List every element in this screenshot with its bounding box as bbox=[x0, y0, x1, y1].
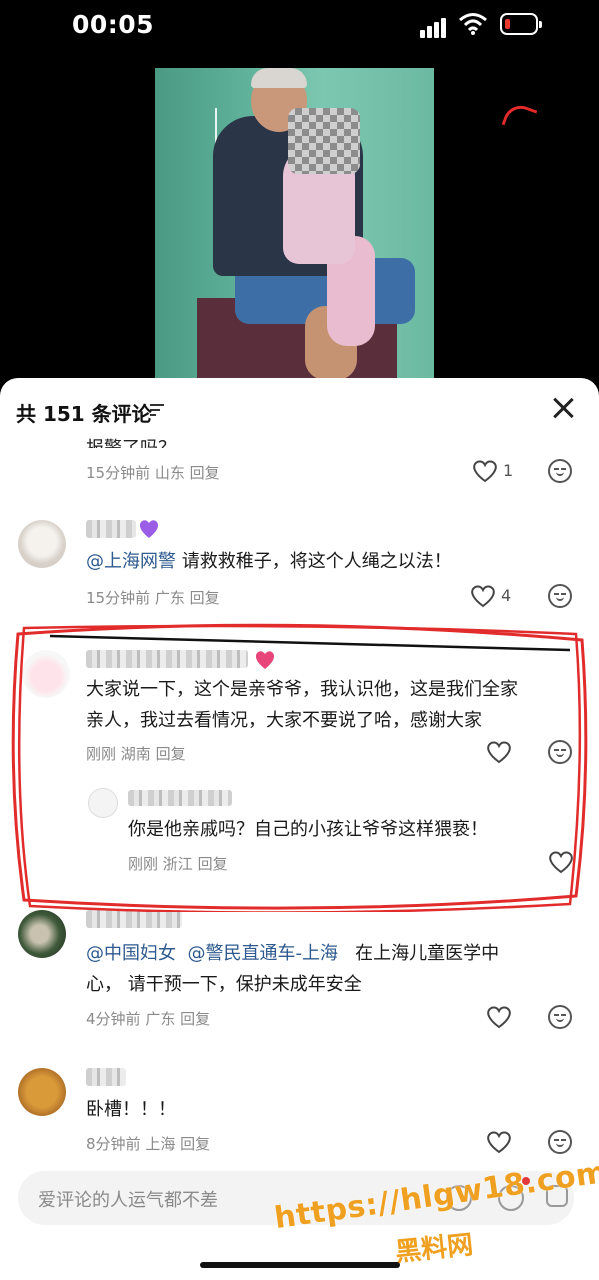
emoji-reaction-icon[interactable] bbox=[548, 1005, 572, 1029]
emoji-reaction-icon[interactable] bbox=[548, 584, 572, 608]
emoji-reaction-icon[interactable] bbox=[548, 459, 572, 483]
avatar[interactable] bbox=[18, 520, 66, 568]
comment-meta: 15分钟前 广东 回复 bbox=[86, 589, 220, 607]
sort-filter-icon[interactable] bbox=[150, 404, 164, 418]
comments-count-title: 共 151 条评论 bbox=[16, 402, 152, 426]
mention-link[interactable]: @中国妇女 bbox=[86, 943, 176, 964]
comment-meta: 15分钟前 山东 回复 bbox=[86, 464, 220, 482]
reply-avatar[interactable] bbox=[88, 788, 118, 818]
status-time: 00:05 bbox=[72, 10, 155, 39]
reply-button[interactable]: 回复 bbox=[190, 464, 220, 482]
comment-meta: 刚刚 湖南 回复 bbox=[86, 745, 186, 763]
cellular-signal-icon bbox=[420, 16, 450, 38]
like-heart-icon[interactable] bbox=[486, 740, 511, 764]
comment-text-partial: 报警了吗？ bbox=[86, 434, 176, 448]
username-blurred[interactable] bbox=[86, 650, 248, 668]
avatar[interactable] bbox=[18, 910, 66, 958]
red-annotation-stroke bbox=[501, 100, 538, 135]
like-count: 4 bbox=[501, 586, 512, 605]
username-blurred[interactable] bbox=[86, 1068, 126, 1086]
reply-username-blurred[interactable] bbox=[128, 790, 232, 806]
pink-heart-badge-icon bbox=[254, 650, 275, 669]
comment-text: @上海网警 请救救稚子，将这个人绳之以法！ bbox=[86, 551, 452, 572]
reply-button[interactable]: 回复 bbox=[198, 855, 228, 873]
reply-button[interactable]: 回复 bbox=[156, 745, 186, 763]
comment-text-line2: 亲人，我过去看情况，大家不要说了哈，感谢大家 bbox=[86, 710, 482, 731]
comment-input-placeholder: 爱评论的人运气都不差 bbox=[38, 1190, 218, 1211]
comment-meta: 4分钟前 广东 回复 bbox=[86, 1010, 211, 1028]
comment-text-line1: 大家说一下，这个是亲爷爷，我认识他，这是我们全家 bbox=[86, 679, 518, 700]
emoji-reaction-icon[interactable] bbox=[548, 1130, 572, 1154]
close-icon[interactable] bbox=[552, 397, 574, 419]
comments-sheet: 共 151 条评论 报警了吗？ 15分钟前 山东 回复 1 @上海网警 请救救稚… bbox=[0, 378, 599, 1280]
comment-text-line1: @中国妇女 @警民直通车-上海 在上海儿童医学中 bbox=[86, 943, 500, 964]
emoji-reaction-icon[interactable] bbox=[548, 740, 572, 764]
like-heart-icon[interactable] bbox=[472, 459, 497, 483]
mention-link[interactable]: @上海网警 bbox=[86, 551, 176, 572]
reply-text: 你是他亲戚吗？自己的小孩让爷爷这样猥亵！ bbox=[128, 819, 488, 840]
comment-meta: 8分钟前 上海 回复 bbox=[86, 1135, 211, 1153]
video-player[interactable] bbox=[155, 68, 434, 380]
reply-button[interactable]: 回复 bbox=[180, 1135, 210, 1153]
blurred-face-mosaic bbox=[288, 108, 360, 174]
battery-icon bbox=[500, 13, 542, 35]
comment-text: 卧槽！！！ bbox=[86, 1099, 176, 1120]
like-heart-icon[interactable] bbox=[486, 1005, 511, 1029]
username-blurred[interactable] bbox=[86, 520, 136, 538]
like-heart-icon[interactable] bbox=[470, 584, 495, 608]
mention-link[interactable]: @警民直通车-上海 bbox=[187, 943, 338, 964]
status-bar: 00:05 bbox=[0, 0, 599, 52]
purple-heart-badge-icon bbox=[138, 519, 159, 538]
avatar[interactable] bbox=[22, 650, 70, 698]
like-count: 1 bbox=[503, 461, 514, 480]
home-indicator bbox=[200, 1262, 400, 1268]
reply-meta: 刚刚 浙江 回复 bbox=[128, 855, 228, 873]
wifi-icon bbox=[458, 12, 488, 40]
reply-button[interactable]: 回复 bbox=[190, 589, 220, 607]
like-heart-icon[interactable] bbox=[486, 1130, 511, 1154]
like-heart-icon[interactable] bbox=[548, 850, 573, 874]
avatar[interactable] bbox=[18, 1068, 66, 1116]
reply-button[interactable]: 回复 bbox=[180, 1010, 210, 1028]
comment-text-line2: 心， 请干预一下，保护未成年安全 bbox=[86, 974, 362, 995]
username-blurred[interactable] bbox=[86, 910, 182, 928]
